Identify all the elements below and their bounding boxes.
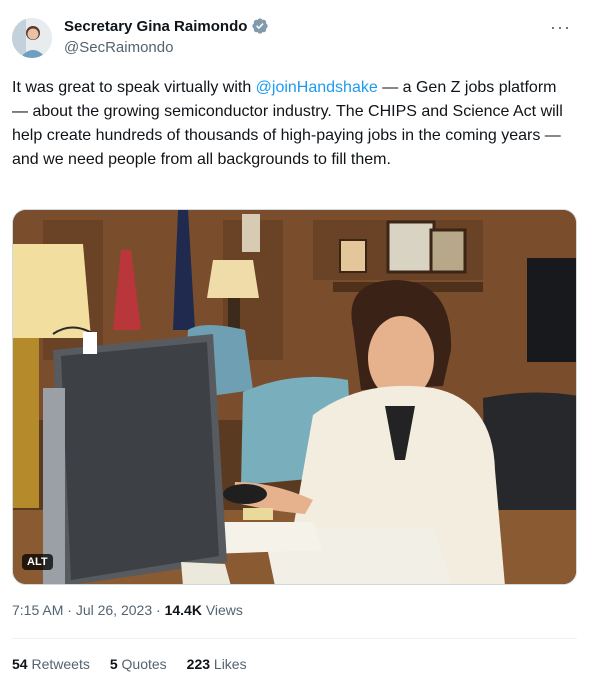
quotes-count: 5 (109, 656, 118, 672)
likes-stat[interactable]: 223 Likes (187, 656, 247, 672)
verified-badge-icon (252, 18, 269, 34)
tweet-text: It was great to speak virtually with @jo… (12, 76, 568, 172)
tweet-text-part: It was great to speak virtually with (12, 79, 256, 96)
views-count: 14.4K (164, 602, 202, 618)
tweet-photo[interactable] (12, 209, 577, 585)
author-display-name[interactable]: Secretary Gina Raimondo (64, 18, 247, 35)
tweet-date[interactable]: Jul 26, 2023 (76, 602, 152, 618)
retweets-label: Retweets (31, 656, 90, 672)
views-label: Views (205, 602, 243, 618)
more-options-icon[interactable]: ··· (550, 18, 571, 36)
alt-text-badge[interactable]: ALT (22, 554, 53, 570)
tweet-meta: 7:15 AM · Jul 26, 2023 · 14.4K Views (12, 602, 243, 618)
separator: · (67, 602, 72, 618)
tweet-time[interactable]: 7:15 AM (12, 602, 63, 618)
divider (12, 638, 577, 639)
tweet-stats: 54 Retweets 5 Quotes 223 Likes (12, 656, 247, 672)
quotes-label: Quotes (121, 656, 167, 672)
likes-count: 223 (186, 656, 211, 672)
separator: · (156, 602, 161, 618)
author-handle[interactable]: @SecRaimondo (64, 39, 173, 56)
likes-label: Likes (213, 656, 247, 672)
retweets-count: 54 (12, 656, 28, 672)
mention-link[interactable]: @joinHandshake (256, 79, 378, 96)
avatar[interactable] (12, 18, 52, 58)
retweets-stat[interactable]: 54 Retweets (12, 656, 90, 672)
quotes-stat[interactable]: 5 Quotes (110, 656, 167, 672)
